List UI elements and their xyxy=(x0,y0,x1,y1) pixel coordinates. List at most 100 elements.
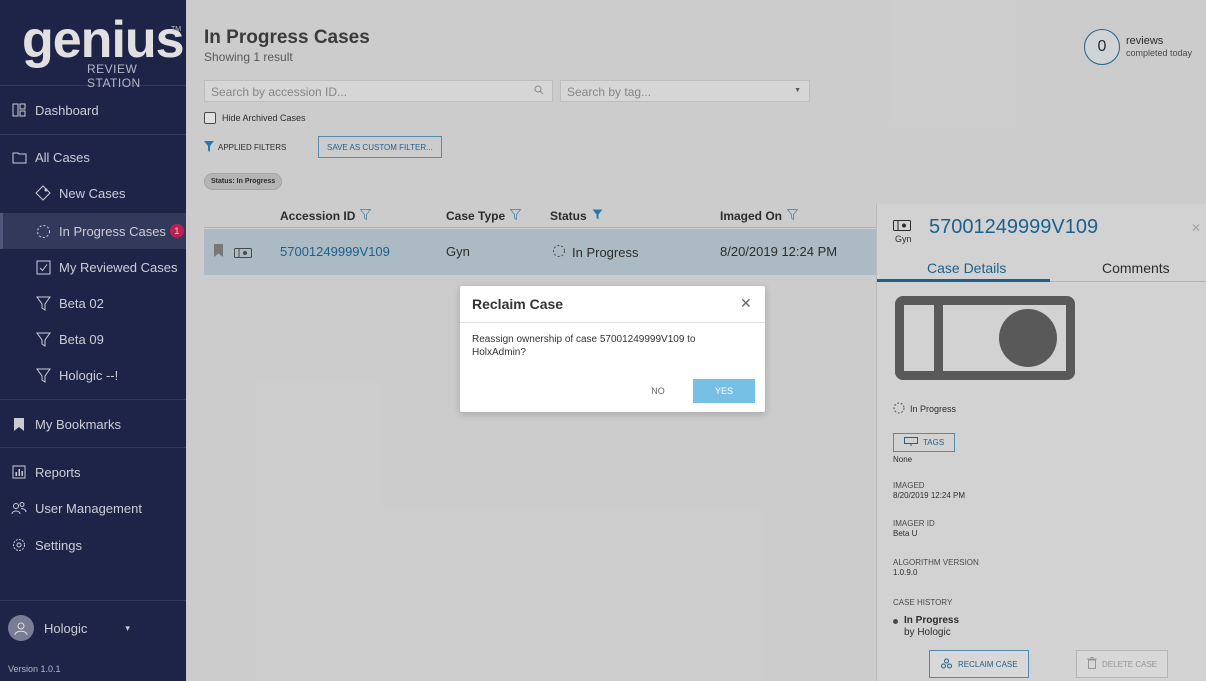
case-id: 57001249999V109 xyxy=(929,216,1099,238)
chevron-down-icon: ▼ xyxy=(794,87,801,94)
imaged-value: 8/20/2019 12:24 PM xyxy=(893,491,966,500)
version-label: Version 1.0.1 xyxy=(8,664,61,674)
tag-search-select[interactable]: Search by tag... ▼ xyxy=(560,80,810,102)
filter-icon[interactable] xyxy=(592,209,603,223)
filter-icon xyxy=(32,368,54,383)
filter-icon[interactable] xyxy=(359,209,372,223)
delete-case-button[interactable]: DELETE CASE xyxy=(1076,650,1169,678)
case-status-text: In Progress xyxy=(910,404,957,414)
avatar xyxy=(8,615,34,641)
status-cell: In Progress xyxy=(552,244,638,261)
progress-icon xyxy=(552,244,566,261)
algorithm-version-label: ALGORITHM VERSION xyxy=(893,558,979,567)
yes-button[interactable]: YES xyxy=(693,379,755,403)
hide-archived-checkbox[interactable]: Hide Archived Cases xyxy=(204,112,306,124)
filter-icon[interactable] xyxy=(786,209,799,223)
case-status: In Progress xyxy=(893,402,956,416)
column-case-type[interactable]: Case Type xyxy=(446,209,522,223)
sidebar-item-label: My Reviewed Cases xyxy=(59,259,178,275)
reclaim-case-label: RECLAIM CASE xyxy=(958,659,1018,669)
divider xyxy=(0,600,186,601)
reclaim-case-button[interactable]: RECLAIM CASE xyxy=(929,650,1029,678)
slide-icon xyxy=(234,246,252,261)
column-accession-id[interactable]: Accession ID xyxy=(280,209,372,223)
table-header: Accession ID Case Type Status Imaged On xyxy=(204,204,876,228)
filter-icon[interactable] xyxy=(509,209,522,223)
sidebar-item-label: In Progress Cases xyxy=(59,223,166,239)
save-custom-filter-button[interactable]: SAVE AS CUSTOM FILTER... xyxy=(318,136,442,158)
checkbox-icon xyxy=(32,260,54,275)
dialog-message: Reassign ownership of case 57001249999V1… xyxy=(472,334,696,358)
tab-comments[interactable]: Comments xyxy=(1102,260,1170,276)
no-button[interactable]: NO xyxy=(635,379,681,403)
close-icon[interactable]: ✕ xyxy=(1191,221,1201,235)
tags-button[interactable]: TAGS xyxy=(893,433,956,452)
search-input[interactable]: Search by accession ID... xyxy=(204,80,553,102)
accession-id-link[interactable]: 57001249999V109 xyxy=(280,244,390,259)
applied-filters-label: APPLIED FILTERS xyxy=(218,143,287,152)
applied-filters[interactable]: APPLIED FILTERS xyxy=(204,141,286,154)
search-icon xyxy=(534,84,544,98)
sidebar-item-my-bookmarks[interactable]: My Bookmarks xyxy=(0,406,186,442)
reviews-count: 0 xyxy=(1084,29,1120,65)
sidebar-item-label: All Cases xyxy=(35,149,90,165)
slide-specimen-dot xyxy=(999,309,1057,367)
sidebar-item-dashboard[interactable]: Dashboard xyxy=(0,92,186,128)
sidebar-item-label: New Cases xyxy=(59,185,126,201)
sidebar: genius TM REVIEW STATION Dashboard All C… xyxy=(0,0,186,681)
sidebar-item-label: Hologic --! xyxy=(59,367,119,383)
column-label: Accession ID xyxy=(280,209,356,223)
close-icon[interactable]: ✕ xyxy=(740,295,752,312)
progress-icon xyxy=(32,224,54,239)
gear-icon xyxy=(8,538,30,552)
slide-icon xyxy=(895,296,1075,380)
filter-icon xyxy=(32,332,54,347)
sidebar-item-reports[interactable]: Reports xyxy=(0,454,186,490)
search-placeholder: Search by accession ID... xyxy=(211,85,348,99)
history-bullet xyxy=(893,619,898,624)
reviews-label: reviews xyxy=(1126,35,1164,47)
user-menu[interactable]: Hologic ▾ xyxy=(8,615,130,641)
logo-text: genius xyxy=(22,11,185,69)
history-status: In Progress xyxy=(904,615,960,626)
history-by: by Hologic xyxy=(904,627,951,638)
divider xyxy=(0,134,186,135)
diamond-icon xyxy=(32,185,54,201)
sidebar-item-in-progress-cases[interactable]: In Progress Cases 1 xyxy=(0,213,186,249)
case-type-cell: Gyn xyxy=(446,244,470,259)
bookmark-icon[interactable] xyxy=(214,244,223,260)
sidebar-item-label: Settings xyxy=(35,537,82,553)
reviews-text: reviews completed today xyxy=(1126,35,1192,59)
logo-tm: TM xyxy=(171,26,182,33)
sidebar-item-beta-02[interactable]: Beta 02 xyxy=(0,285,186,321)
algorithm-version-value: 1.0.9.0 xyxy=(893,568,918,577)
column-imaged-on[interactable]: Imaged On xyxy=(720,209,799,223)
sidebar-item-beta-09[interactable]: Beta 09 xyxy=(0,321,186,357)
sidebar-item-user-management[interactable]: User Management xyxy=(0,490,186,526)
logo-subtitle: REVIEW STATION xyxy=(87,62,141,90)
tab-case-details[interactable]: Case Details xyxy=(927,260,1006,276)
sidebar-item-label: Beta 09 xyxy=(59,331,104,347)
tags-value: None xyxy=(893,455,913,464)
active-tab-indicator xyxy=(877,279,1050,282)
imaged-label: IMAGED xyxy=(893,481,925,490)
slide-label-bar xyxy=(934,305,943,371)
sidebar-item-label: Beta 02 xyxy=(59,295,104,311)
count-badge: 1 xyxy=(169,224,184,238)
column-label: Imaged On xyxy=(720,209,783,223)
sidebar-item-hologic[interactable]: Hologic --! xyxy=(0,357,186,393)
logo: genius TM REVIEW STATION xyxy=(0,0,186,90)
sidebar-item-my-reviewed-cases[interactable]: My Reviewed Cases xyxy=(0,249,186,285)
reports-icon xyxy=(8,465,30,479)
reviews-sublabel: completed today xyxy=(1126,48,1193,58)
column-label: Status xyxy=(550,209,587,223)
sidebar-item-new-cases[interactable]: New Cases xyxy=(0,175,186,211)
column-status[interactable]: Status xyxy=(550,209,603,223)
case-detail-panel: Gyn 57001249999V109 ✕ Case Details Comme… xyxy=(876,204,1206,681)
table-row[interactable]: 57001249999V109 Gyn In Progress 8/20/201… xyxy=(204,229,876,275)
sidebar-item-settings[interactable]: Settings xyxy=(0,527,186,563)
dashboard-icon xyxy=(8,103,30,117)
sidebar-item-all-cases[interactable]: All Cases xyxy=(0,139,186,175)
sidebar-item-label: Reports xyxy=(35,464,81,480)
status-filter-chip[interactable]: Status: In Progress xyxy=(204,173,283,190)
